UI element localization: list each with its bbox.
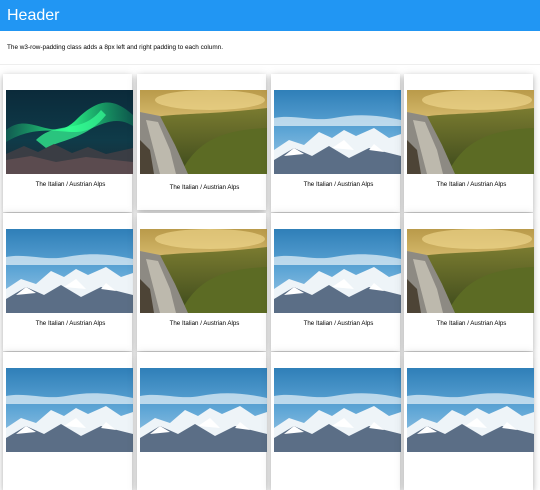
aurora-image [6,90,133,174]
mountains-image [407,368,534,452]
gallery-card[interactable]: The Italian / Austrian Alps [404,213,534,351]
mountains-photo [6,229,133,313]
card-caption: The Italian / Austrian Alps [35,181,106,188]
header-title: Header [7,7,60,24]
aurora-photo [6,90,133,174]
card-caption: The Italian / Austrian Alps [169,320,240,327]
mountains-image [274,368,401,452]
card-caption: The Italian / Austrian Alps [35,320,106,327]
valley-photo [140,229,267,313]
mountains-photo [140,368,267,452]
gallery-card[interactable]: The Italian / Austrian Alps [404,74,534,212]
mountains-image [6,368,133,452]
mountains-photo [274,90,401,174]
valley-photo [140,90,267,174]
mountains-image [140,368,267,452]
gallery-card[interactable]: The Italian / Austrian Alps [271,74,401,212]
gallery-card[interactable] [404,352,534,490]
mountains-photo [407,368,534,452]
mountains-image [274,229,401,313]
gallery-card[interactable]: The Italian / Austrian Alps [3,74,133,212]
card-caption: The Italian / Austrian Alps [303,181,374,188]
mountains-photo [6,368,133,452]
valley-image [407,229,534,313]
page-header: Header [0,0,540,31]
mountains-photo [274,368,401,452]
valley-image [140,90,267,174]
valley-image [407,90,534,174]
valley-photo [407,90,534,174]
card-caption: The Italian / Austrian Alps [169,184,240,191]
gallery-card[interactable] [271,352,401,490]
valley-image [140,229,267,313]
gallery-card[interactable] [3,352,133,490]
card-caption: The Italian / Austrian Alps [436,181,507,188]
valley-photo [407,229,534,313]
gallery-card[interactable]: The Italian / Austrian Alps [271,213,401,351]
mountains-image [6,229,133,313]
gallery-card[interactable]: The Italian / Austrian Alps [137,74,267,210]
mountains-image [274,90,401,174]
mountains-photo [274,229,401,313]
divider [0,64,540,65]
intro-text: The w3-row-padding class adds a 8px left… [7,44,223,51]
gallery-card[interactable]: The Italian / Austrian Alps [137,213,267,351]
card-caption: The Italian / Austrian Alps [436,320,507,327]
card-caption: The Italian / Austrian Alps [303,320,374,327]
gallery-card[interactable] [137,352,267,490]
gallery-card[interactable]: The Italian / Austrian Alps [3,213,133,351]
